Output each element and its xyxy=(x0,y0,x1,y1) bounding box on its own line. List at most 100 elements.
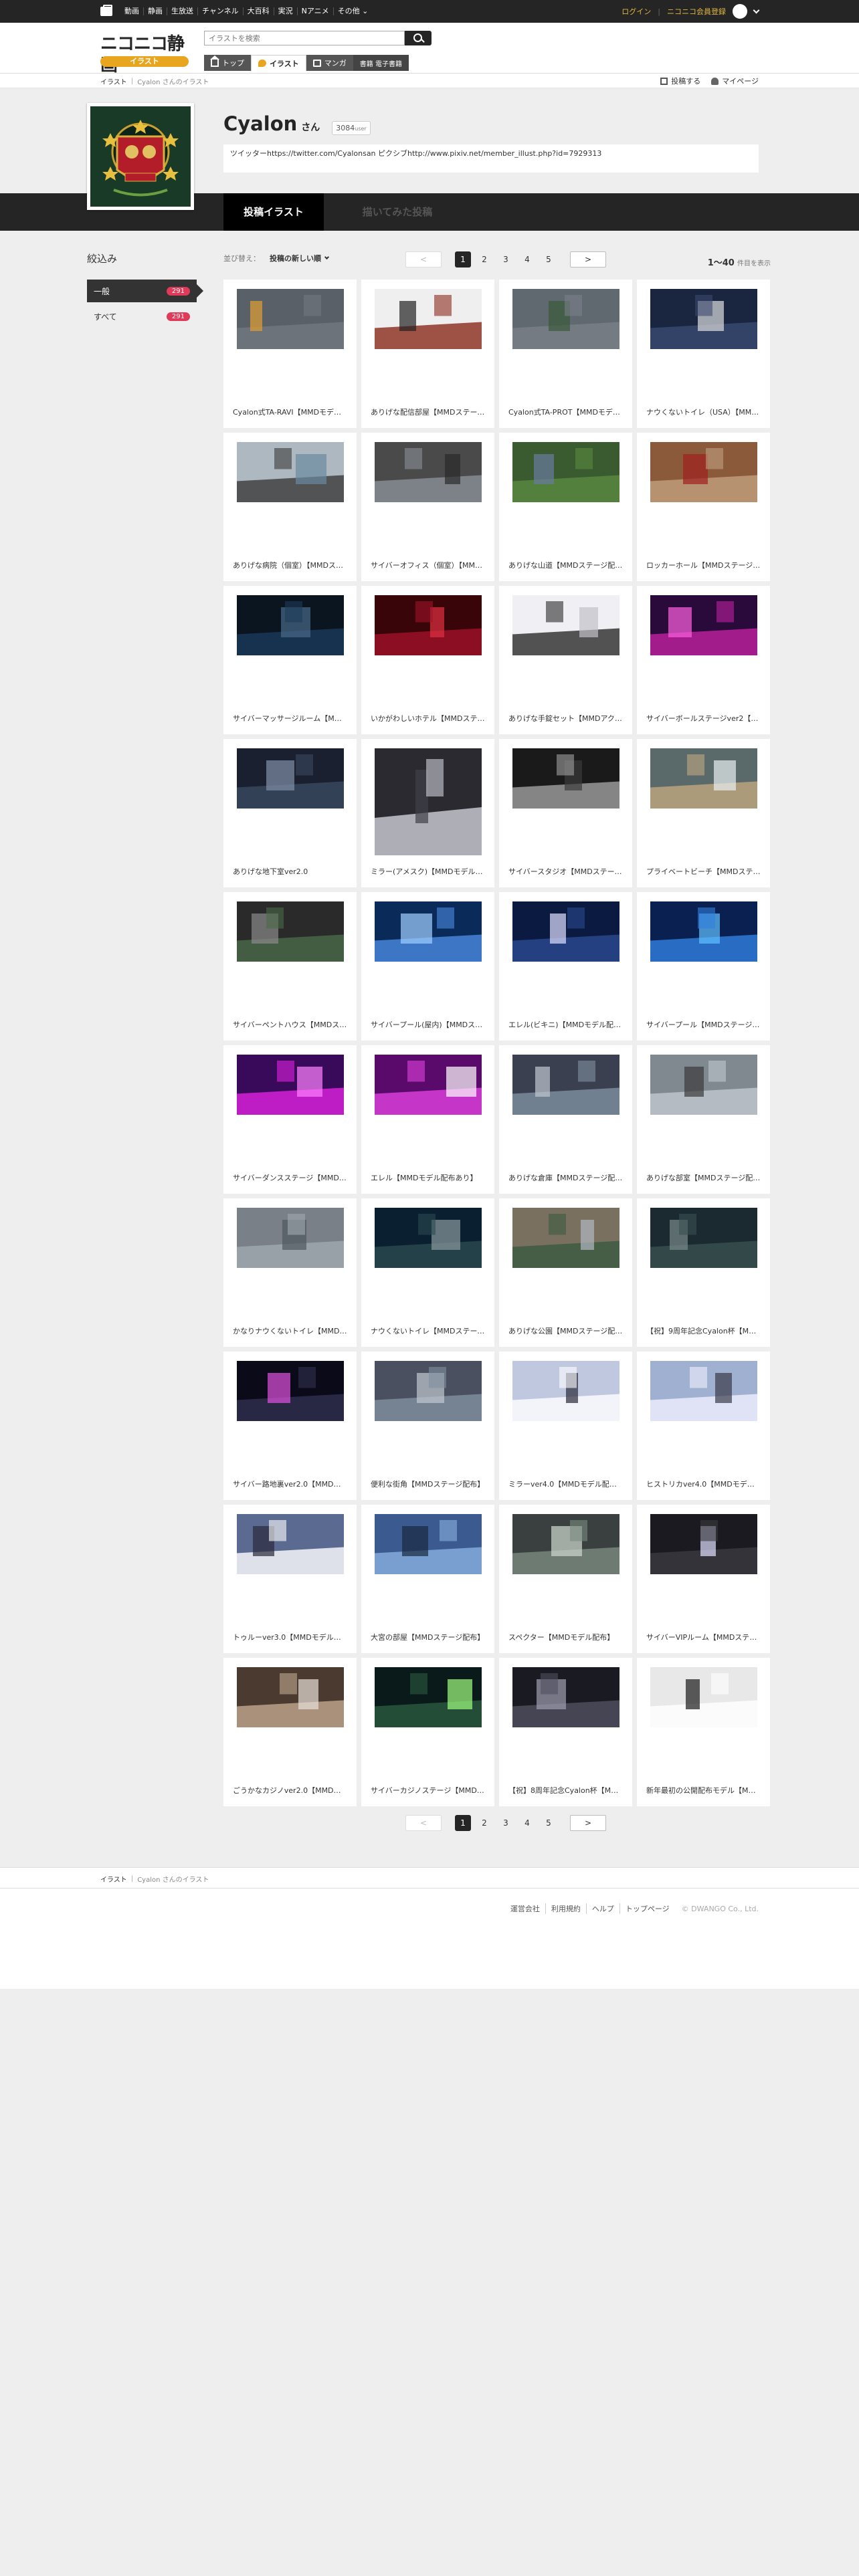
illust-thumbnail[interactable] xyxy=(237,748,344,809)
mypage-button[interactable]: マイページ xyxy=(711,76,759,86)
illust-thumbnail[interactable] xyxy=(512,289,619,349)
illust-thumbnail[interactable] xyxy=(237,1514,344,1574)
next-page-button[interactable]: > xyxy=(570,251,606,267)
illust-thumbnail[interactable] xyxy=(375,901,482,962)
nav-jikkyo[interactable]: 実況 xyxy=(274,7,298,15)
niconico-tv-icon[interactable] xyxy=(100,5,112,16)
illust-title[interactable]: Cyalon式TA-RAVI【MMDモデル配布】 xyxy=(233,407,348,417)
footer-link-company[interactable]: 運営会社 xyxy=(505,1903,546,1914)
illust-card[interactable]: サイバーオフィス（個室）【MMDステージ配布】 xyxy=(361,433,494,581)
nav-douga[interactable]: 動画 xyxy=(120,7,144,15)
illust-card[interactable]: ありげな部室【MMDステージ配布】 xyxy=(637,1045,770,1194)
illust-title[interactable]: ありげな倉庫【MMDステージ配布】 xyxy=(508,1172,624,1183)
nav-dic[interactable]: 大百科 xyxy=(244,7,274,15)
illust-title[interactable]: Cyalon式TA-PROT【MMDモデル配布】 xyxy=(508,407,624,417)
illust-thumbnail[interactable] xyxy=(650,1208,757,1268)
illust-thumbnail[interactable] xyxy=(650,748,757,809)
site-logo[interactable]: ニコニコ静画 イラスト xyxy=(100,33,189,76)
illust-card[interactable]: ロッカーホール【MMDステージ配布】 xyxy=(637,433,770,581)
illust-title[interactable]: ロッカーホール【MMDステージ配布】 xyxy=(646,560,761,570)
illust-thumbnail[interactable] xyxy=(512,1208,619,1268)
illust-title[interactable]: サイバーダンスステージ【MMDステージ配布】 xyxy=(233,1172,348,1183)
breadcrumb-home[interactable]: イラスト xyxy=(100,76,127,86)
illust-thumbnail[interactable] xyxy=(375,1514,482,1574)
illust-card[interactable]: ごうかなカジノver2.0【MMDステージ配布】 xyxy=(223,1658,357,1806)
illust-thumbnail[interactable] xyxy=(237,442,344,502)
illust-thumbnail[interactable] xyxy=(512,1514,619,1574)
illust-thumbnail[interactable] xyxy=(237,289,344,349)
illust-card[interactable]: ミラーver4.0【MMDモデル配布】 xyxy=(499,1352,632,1500)
illust-card[interactable]: サイバーカジノステージ【MMDステージ配布】 xyxy=(361,1658,494,1806)
register-link[interactable]: ニコニコ会員登録 xyxy=(667,6,726,17)
illust-thumbnail[interactable] xyxy=(237,1667,344,1727)
illust-title[interactable]: ヒストリカver4.0【MMDモデル配布】 xyxy=(646,1479,761,1489)
illust-card[interactable]: ありげな手錠セット【MMDアクセサリ配布】 xyxy=(499,586,632,734)
illust-card[interactable]: サイバーペントハウス【MMDステージ配布】 xyxy=(223,892,357,1041)
illust-title[interactable]: ナウくないトイレ【MMDステージ配布】 xyxy=(371,1325,486,1336)
illust-thumbnail[interactable] xyxy=(375,1361,482,1421)
illust-thumbnail[interactable] xyxy=(512,1055,619,1115)
tab-manga[interactable]: マンガ xyxy=(306,55,353,71)
illust-title[interactable]: エレル【MMDモデル配布あり】 xyxy=(371,1172,486,1183)
illust-thumbnail[interactable] xyxy=(650,595,757,655)
nav-seiga[interactable]: 静画 xyxy=(144,7,167,15)
illust-title[interactable]: サイバープール【MMDステージ配布】 xyxy=(646,1019,761,1030)
illust-title[interactable]: ありげな病院（個室）【MMDステージ配布】 xyxy=(233,560,348,570)
next-page-button[interactable]: > xyxy=(570,1815,606,1831)
illust-card[interactable]: サイバーVIPルーム【MMDステージ配布】 xyxy=(637,1505,770,1653)
chevron-down-icon[interactable] xyxy=(753,7,760,13)
illust-title[interactable]: エレル(ビキニ)【MMDモデル配布】 xyxy=(508,1019,624,1030)
illust-title[interactable]: いかがわしいホテル【MMDステージ配布】 xyxy=(371,713,486,724)
illust-card[interactable]: Cyalon式TA-RAVI【MMDモデル配布】 xyxy=(223,280,357,428)
illust-card[interactable]: サイバーダンスステージ【MMDステージ配布】 xyxy=(223,1045,357,1194)
illust-title[interactable]: トゥルーver3.0【MMDモデル配布】 xyxy=(233,1632,348,1642)
illust-title[interactable]: サイバー路地裏ver2.0【MMDステージ配布】 xyxy=(233,1479,348,1489)
illust-title[interactable]: かなりナウくないトイレ【MMDステージ配布】 xyxy=(233,1325,348,1336)
login-link[interactable]: ログイン xyxy=(622,6,651,17)
illust-thumbnail[interactable] xyxy=(375,595,482,655)
page-4[interactable]: 4 xyxy=(519,1815,535,1831)
illust-thumbnail[interactable] xyxy=(237,1208,344,1268)
illust-thumbnail[interactable] xyxy=(237,1361,344,1421)
illust-card[interactable]: Cyalon式TA-PROT【MMDモデル配布】 xyxy=(499,280,632,428)
page-3[interactable]: 3 xyxy=(498,251,514,267)
illust-title[interactable]: ナウくないトイレ（USA）【MMDステージ配布】 xyxy=(646,407,761,417)
illust-title[interactable]: ありげな公園【MMDステージ配布】 xyxy=(508,1325,624,1336)
illust-card[interactable]: 便利な街角【MMDステージ配布】 xyxy=(361,1352,494,1500)
illust-card[interactable]: サイバープール(屋内)【MMDステージ配布】 xyxy=(361,892,494,1041)
breadcrumb-home[interactable]: イラスト xyxy=(100,1874,127,1884)
illust-thumbnail[interactable] xyxy=(650,289,757,349)
illust-card[interactable]: サイバー路地裏ver2.0【MMDステージ配布】 xyxy=(223,1352,357,1500)
illust-thumbnail[interactable] xyxy=(650,442,757,502)
tab-top[interactable]: トップ xyxy=(204,55,251,71)
illust-card[interactable]: プライベートビーチ【MMDステージ配布】 xyxy=(637,739,770,887)
illust-thumbnail[interactable] xyxy=(650,901,757,962)
post-button[interactable]: 投稿する xyxy=(660,76,700,86)
illust-card[interactable]: サイバースタジオ【MMDステージ配布】 xyxy=(499,739,632,887)
illust-title[interactable]: ありげな地下室ver2.0 xyxy=(233,866,348,877)
illust-title[interactable]: サイバープール(屋内)【MMDステージ配布】 xyxy=(371,1019,486,1030)
illust-card[interactable]: 大宮の部屋【MMDステージ配布】 xyxy=(361,1505,494,1653)
illust-card[interactable]: ありげな地下室ver2.0 xyxy=(223,739,357,887)
user-avatar[interactable] xyxy=(87,103,194,210)
illust-title[interactable]: 【祝】9周年記念Cyalon杯【MMD】 xyxy=(646,1325,761,1336)
illust-title[interactable]: サイバーボールステージver2【MMDステージ配布】 xyxy=(646,713,761,724)
illust-card[interactable]: ナウくないトイレ（USA）【MMDステージ配布】 xyxy=(637,280,770,428)
tab-posted-illust[interactable]: 投稿イラスト xyxy=(223,193,324,231)
illust-thumbnail[interactable] xyxy=(512,595,619,655)
illust-card[interactable]: いかがわしいホテル【MMDステージ配布】 xyxy=(361,586,494,734)
nav-channel[interactable]: チャンネル xyxy=(198,7,244,15)
illust-card[interactable]: ありげな公園【MMDステージ配布】 xyxy=(499,1198,632,1347)
filter-all[interactable]: すべて 291 xyxy=(87,305,197,328)
illust-title[interactable]: サイバーオフィス（個室）【MMDステージ配布】 xyxy=(371,560,486,570)
page-1[interactable]: 1 xyxy=(455,1815,471,1831)
illust-thumbnail[interactable] xyxy=(512,748,619,809)
illust-card[interactable]: ありげな倉庫【MMDステージ配布】 xyxy=(499,1045,632,1194)
page-1[interactable]: 1 xyxy=(455,251,471,267)
page-2[interactable]: 2 xyxy=(476,1815,492,1831)
illust-title[interactable]: サイバーVIPルーム【MMDステージ配布】 xyxy=(646,1632,761,1642)
illust-thumbnail[interactable] xyxy=(375,442,482,502)
illust-title[interactable]: プライベートビーチ【MMDステージ配布】 xyxy=(646,866,761,877)
illust-thumbnail[interactable] xyxy=(512,442,619,502)
illust-thumbnail[interactable] xyxy=(375,1208,482,1268)
